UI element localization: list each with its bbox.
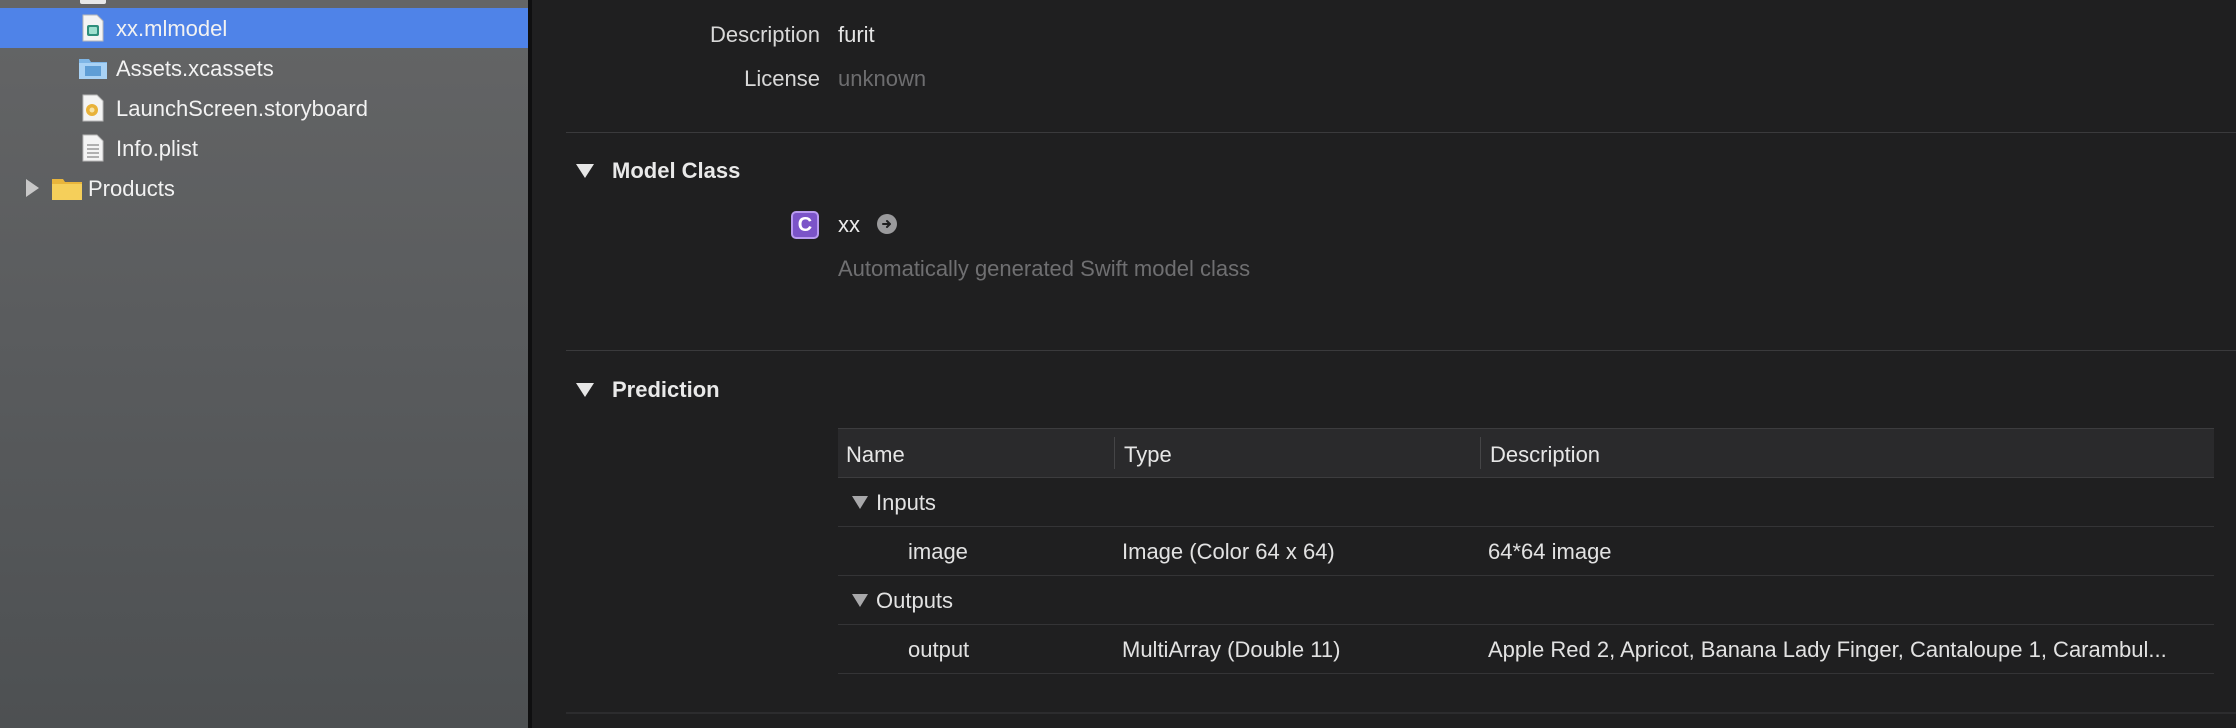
feature-name: output	[908, 637, 970, 662]
license-label: License	[744, 66, 820, 91]
group-label: Inputs	[876, 490, 936, 515]
navigator-item-label: LaunchScreen.storyboard	[116, 96, 368, 121]
navigator-item-assets[interactable]: Assets.xcassets	[0, 48, 528, 88]
navigator-item-info-plist[interactable]: Info.plist	[0, 128, 528, 168]
disclosure-expanded-icon[interactable]	[852, 496, 868, 509]
navigator-item-products[interactable]: Products	[0, 168, 528, 208]
description-value: furit	[838, 22, 875, 47]
group-label: Outputs	[876, 588, 954, 613]
column-header-description[interactable]: Description	[1490, 442, 1600, 468]
model-class-description: Automatically generated Swift model clas…	[838, 256, 1251, 281]
navigator-item-label: Info.plist	[116, 136, 198, 161]
section-title: Prediction	[612, 377, 720, 402]
navigate-arrow-icon[interactable]	[877, 214, 897, 234]
prediction-table: Name Type Description Inputs image Image…	[838, 428, 2214, 674]
plist-file-icon	[80, 134, 106, 162]
section-divider	[566, 350, 2236, 351]
column-separator[interactable]	[1114, 437, 1115, 469]
file-icon-partial	[80, 0, 106, 4]
navigator-item-label: Products	[88, 176, 175, 201]
license-value: unknown	[838, 66, 927, 91]
group-row-outputs[interactable]: Outputs	[838, 576, 2214, 625]
folder-icon	[51, 174, 83, 202]
column-separator[interactable]	[1480, 437, 1481, 469]
project-navigator: xx.mlmodel Assets.xcassets LaunchScreen.…	[0, 0, 528, 728]
table-header: Name Type Description	[838, 428, 2214, 478]
disclosure-expanded-icon[interactable]	[576, 383, 594, 397]
model-class-name: xx	[838, 212, 860, 237]
asset-catalog-icon	[78, 54, 107, 82]
section-divider	[566, 712, 2236, 714]
table-row[interactable]: output MultiArray (Double 11) Apple Red …	[838, 625, 2214, 674]
feature-type: MultiArray (Double 11)	[1122, 637, 1341, 662]
disclosure-expanded-icon[interactable]	[576, 164, 594, 178]
group-row-inputs[interactable]: Inputs	[838, 478, 2214, 527]
disclosure-triangle-icon[interactable]	[26, 179, 39, 197]
column-header-name[interactable]: Name	[846, 442, 905, 468]
class-icon: C	[791, 211, 819, 239]
navigator-item-xx-mlmodel[interactable]: xx.mlmodel	[0, 8, 528, 48]
feature-description: Apple Red 2, Apricot, Banana Lady Finger…	[1488, 637, 2167, 662]
prediction-section-header[interactable]: Prediction	[576, 375, 720, 405]
mlmodel-file-icon	[80, 14, 106, 42]
feature-name: image	[908, 539, 968, 564]
section-title: Model Class	[612, 158, 741, 183]
column-header-type[interactable]: Type	[1124, 442, 1172, 468]
disclosure-expanded-icon[interactable]	[852, 594, 868, 607]
navigator-item-launchscreen[interactable]: LaunchScreen.storyboard	[0, 88, 528, 128]
description-label: Description	[709, 22, 820, 47]
table-row[interactable]: image Image (Color 64 x 64) 64*64 image	[838, 527, 2214, 576]
model-class-section-header[interactable]: Model Class	[576, 156, 740, 186]
feature-description: 64*64 image	[1488, 539, 1612, 564]
feature-type: Image (Color 64 x 64)	[1122, 539, 1335, 564]
navigator-item-label: Assets.xcassets	[116, 56, 274, 81]
section-divider	[566, 132, 2236, 133]
navigator-item-label: xx.mlmodel	[116, 16, 228, 41]
storyboard-file-icon	[80, 94, 106, 122]
